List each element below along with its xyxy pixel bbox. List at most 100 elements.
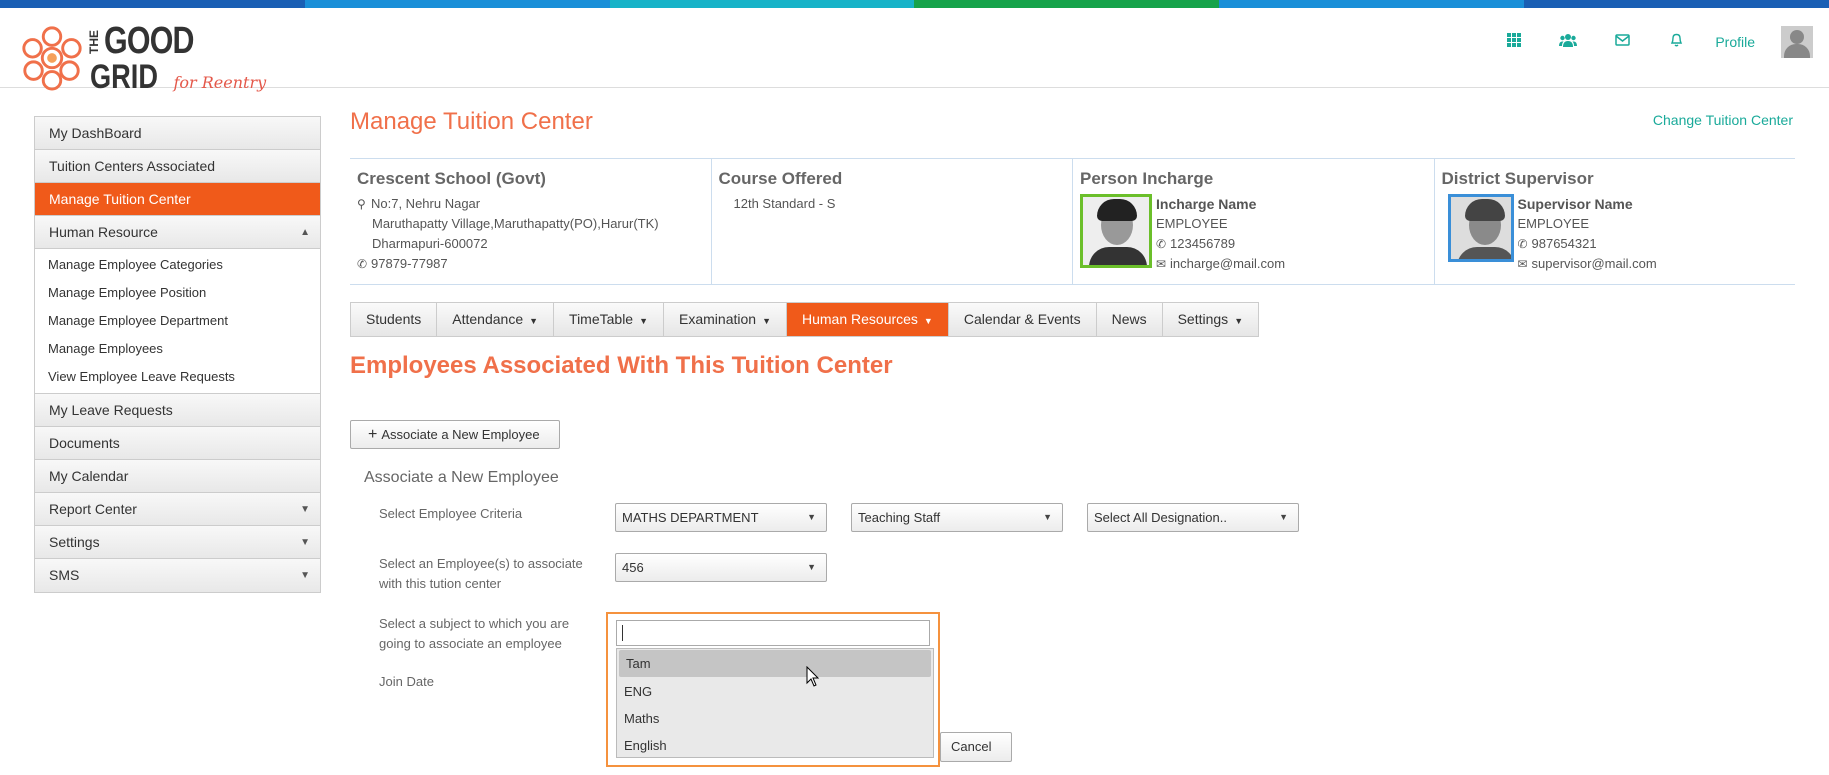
sidebar-subitem-employee-department[interactable]: Manage Employee Department — [35, 307, 320, 335]
caret-down-icon: ▼ — [1234, 316, 1244, 326]
course-value: 12th Standard - S — [733, 196, 836, 211]
sidebar-item-human-resource[interactable]: Human Resource ▲ — [35, 216, 320, 249]
tab-attendance[interactable]: Attendance ▼ — [437, 303, 555, 336]
tab-label: TimeTable — [569, 311, 634, 327]
label-line: Select an Employee(s) to associate — [379, 556, 583, 571]
section-title: Employees Associated With This Tuition C… — [350, 352, 893, 379]
caret-down-icon: ▼ — [300, 537, 310, 548]
stripe-segment — [609, 0, 915, 8]
sidebar-item-my-calendar[interactable]: My Calendar — [35, 460, 320, 493]
sidebar-item-dashboard[interactable]: My DashBoard — [35, 117, 320, 150]
select-value: MATHS DEPARTMENT — [622, 510, 759, 525]
sidebar-item-sms[interactable]: SMS ▼ — [35, 559, 320, 592]
main-content: Manage Tuition Center Change Tuition Cen… — [350, 108, 1795, 767]
tab-human-resources[interactable]: Human Resources ▼ — [786, 303, 949, 336]
plus-icon: + — [368, 426, 378, 443]
school-phone: 97879-77987 — [371, 256, 448, 271]
associate-employee-button[interactable]: + Associate a New Employee — [350, 420, 560, 449]
incharge-name: Incharge Name — [1156, 196, 1257, 212]
tab-label: Attendance — [452, 311, 524, 327]
subject-option[interactable]: Maths — [617, 705, 933, 732]
header-actions: Profile — [1487, 26, 1813, 58]
supervisor-heading: District Supervisor — [1441, 169, 1594, 188]
change-tuition-center-link[interactable]: Change Tuition Center — [1653, 112, 1793, 128]
sidebar-subitem-employee-categories[interactable]: Manage Employee Categories — [35, 251, 320, 279]
caret-down-icon: ▼ — [807, 512, 816, 522]
label-line: Select a subject to which you are — [379, 616, 570, 631]
school-info: Crescent School (Govt) ⚲ No:7, Nehru Naga… — [350, 159, 712, 284]
sidebar-submenu-hr: Manage Employee Categories Manage Employ… — [35, 249, 320, 394]
course-info: Course Offered 12th Standard - S — [712, 159, 1073, 284]
flower-logo-icon — [22, 26, 82, 91]
page-title: Manage Tuition Center — [350, 108, 593, 135]
school-address-line2: Maruthapatty Village,Maruthapatty(PO),Ha… — [372, 216, 659, 231]
tab-settings[interactable]: Settings ▼ — [1162, 303, 1259, 336]
subject-option[interactable]: English — [617, 732, 933, 759]
apps-grid-icon[interactable] — [1487, 32, 1541, 52]
logo-grid: GRID — [90, 58, 158, 96]
sidebar-subitem-employee-position[interactable]: Manage Employee Position — [35, 279, 320, 307]
sidebar-item-label: Report Center — [49, 501, 137, 517]
phone-icon: ✆ — [357, 257, 368, 271]
form-title: Associate a New Employee — [364, 469, 559, 486]
staff-type-select[interactable]: Teaching Staff ▼ — [851, 503, 1063, 532]
button-label: Associate a New Employee — [381, 427, 540, 442]
sidebar-item-my-leave-requests[interactable]: My Leave Requests — [35, 394, 320, 427]
tab-label: News — [1111, 311, 1147, 327]
sidebar-item-settings[interactable]: Settings ▼ — [35, 526, 320, 559]
avatar[interactable] — [1781, 26, 1813, 58]
profile-link[interactable]: Profile — [1715, 34, 1755, 50]
logo[interactable]: THE GOOD GRID for Reentry — [18, 22, 266, 94]
caret-down-icon: ▼ — [1043, 512, 1052, 522]
subject-option[interactable]: Tam — [619, 650, 931, 677]
subject-search-input[interactable] — [616, 620, 930, 646]
school-address-line1: No:7, Nehru Nagar — [371, 196, 481, 211]
incharge-email: incharge@mail.com — [1170, 256, 1286, 271]
tab-label: Human Resources — [801, 311, 918, 327]
module-tabs: Students Attendance ▼ TimeTable ▼ Examinat… — [350, 302, 1260, 337]
sidebar-item-report-center[interactable]: Report Center ▼ — [35, 493, 320, 526]
logo-wordmark: THE GOOD GRID for Reentry — [87, 22, 266, 96]
envelope-icon: ✉ — [1517, 257, 1528, 271]
caret-up-icon: ▲ — [300, 227, 310, 238]
mail-icon[interactable] — [1595, 33, 1649, 51]
mouse-pointer-icon — [806, 666, 820, 687]
sidebar-subitem-leave-requests[interactable]: View Employee Leave Requests — [35, 363, 320, 391]
employee-select[interactable]: 456 ▼ — [615, 553, 827, 582]
sidebar-item-tuition-centers[interactable]: Tuition Centers Associated — [35, 150, 320, 183]
tab-news[interactable]: News — [1096, 303, 1163, 336]
stripe-segment — [1524, 0, 1829, 8]
tab-label: Calendar & Events — [963, 311, 1081, 327]
stripe-segment — [914, 0, 1220, 8]
tab-label: Settings — [1177, 311, 1229, 327]
supervisor-info: District Supervisor Supervisor Name EMPL… — [1435, 159, 1796, 284]
cancel-button[interactable]: Cancel — [940, 732, 1012, 762]
sidebar-subitem-manage-employees[interactable]: Manage Employees — [35, 335, 320, 363]
caret-down-icon: ▼ — [529, 316, 539, 326]
stripe-segment — [0, 0, 305, 8]
tab-examination[interactable]: Examination ▼ — [664, 303, 787, 336]
select-value: Select All Designation.. — [1094, 510, 1227, 525]
tab-timetable[interactable]: TimeTable ▼ — [554, 303, 665, 336]
sidebar-item-manage-tuition-center[interactable]: Manage Tuition Center — [35, 183, 320, 216]
users-icon[interactable] — [1541, 33, 1595, 52]
subject-option[interactable]: ENG — [617, 678, 933, 705]
tab-students[interactable]: Students — [351, 303, 438, 336]
sidebar-item-documents[interactable]: Documents — [35, 427, 320, 460]
incharge-phone: 123456789 — [1170, 236, 1236, 251]
app-header: THE GOOD GRID for Reentry Profile — [0, 8, 1829, 94]
department-select[interactable]: MATHS DEPARTMENT ▼ — [615, 503, 827, 532]
supervisor-email: supervisor@mail.com — [1531, 256, 1657, 271]
supervisor-photo — [1447, 194, 1514, 262]
supervisor-phone: 987654321 — [1531, 236, 1597, 251]
school-address-line3: Dharmapuri-600072 — [372, 236, 488, 251]
label-line: with this tution center — [379, 576, 502, 591]
caret-down-icon: ▼ — [762, 316, 771, 326]
phone-icon: ✆ — [1156, 237, 1167, 251]
envelope-icon: ✉ — [1156, 257, 1167, 271]
designation-select[interactable]: Select All Designation.. ▼ — [1087, 503, 1299, 532]
tab-calendar-events[interactable]: Calendar & Events — [948, 303, 1097, 336]
course-heading: Course Offered — [718, 169, 843, 188]
bell-icon[interactable] — [1649, 33, 1703, 52]
join-date-label: Join Date — [379, 674, 434, 689]
